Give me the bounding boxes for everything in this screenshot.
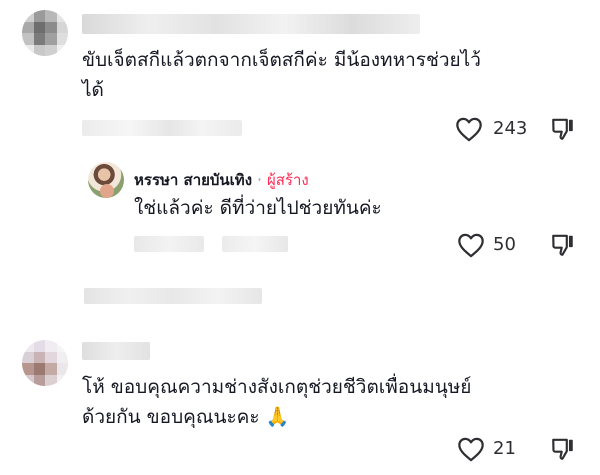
comment-text: โห้ ขอบคุณความช่างสังเกตุช่วยชีวิตเพื่อน… bbox=[82, 372, 592, 432]
comment-text-line: โห้ ขอบคุณความช่างสังเกตุช่วยชีวิตเพื่อน… bbox=[82, 376, 472, 398]
reply-author[interactable]: หรรษา สายบันเทิง bbox=[134, 171, 252, 189]
comment-text-line: ได้ bbox=[82, 79, 104, 101]
comment-text-line: ด้วยกัน ขอบคุณนะคะ bbox=[82, 406, 260, 428]
like-button[interactable]: 50 bbox=[457, 230, 532, 260]
thumbs-down-icon bbox=[552, 118, 573, 140]
username-blurred[interactable] bbox=[82, 342, 150, 360]
reply-text: ใช่แล้วค่ะ ดีที่ว่ายไปช่วยทันค่ะ bbox=[134, 197, 382, 219]
thumbs-down-icon bbox=[552, 438, 573, 460]
folded-hands-emoji: 🙏 bbox=[265, 406, 290, 428]
comment-text-line: ขับเจ็ตสกีแล้วตกจากเจ็ตสกีค่ะ มีน้องทหาร… bbox=[82, 49, 481, 71]
like-count: 21 bbox=[493, 438, 516, 459]
creator-avatar[interactable] bbox=[88, 162, 124, 198]
username-blurred[interactable] bbox=[82, 14, 420, 34]
avatar[interactable] bbox=[22, 340, 68, 386]
like-count: 243 bbox=[493, 118, 528, 139]
heart-outline-icon bbox=[458, 233, 484, 258]
dislike-button[interactable] bbox=[550, 232, 578, 260]
heart-outline-icon bbox=[458, 437, 484, 462]
separator-dot: · bbox=[257, 171, 262, 189]
dislike-button[interactable] bbox=[550, 436, 578, 464]
view-replies-blurred[interactable] bbox=[84, 288, 262, 304]
heart-outline-icon bbox=[456, 117, 482, 142]
thumbs-down-icon bbox=[552, 234, 573, 256]
dislike-button[interactable] bbox=[550, 116, 578, 144]
comment-text: ขับเจ็ตสกีแล้วตกจากเจ็ตสกีค่ะ มีน้องทหาร… bbox=[82, 45, 592, 105]
like-button[interactable]: 243 bbox=[455, 114, 535, 144]
like-button[interactable]: 21 bbox=[457, 434, 532, 464]
creator-badge: ผู้สร้าง bbox=[266, 171, 309, 189]
timestamp-blurred bbox=[82, 120, 242, 136]
timestamp-blurred bbox=[134, 236, 204, 252]
reply-button-blurred[interactable] bbox=[222, 236, 288, 252]
reply-header: หรรษา สายบันเทิง · ผู้สร้าง bbox=[134, 168, 309, 192]
like-count: 50 bbox=[493, 234, 516, 255]
avatar[interactable] bbox=[22, 10, 68, 56]
